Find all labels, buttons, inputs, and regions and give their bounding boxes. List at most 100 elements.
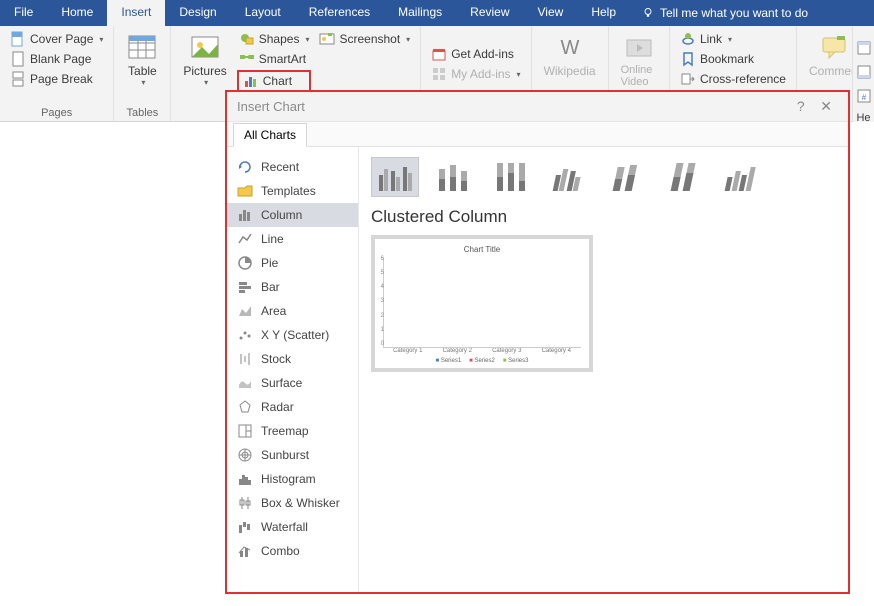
histogram-icon	[237, 471, 253, 487]
group-pages: Cover Page▾ Blank Page Page Break Pages	[0, 26, 114, 121]
cat-stock[interactable]: Stock	[227, 347, 358, 371]
subtype-3d-stacked-column[interactable]	[603, 157, 651, 197]
subtype-3d-clustered-column[interactable]	[545, 157, 593, 197]
blank-page-button[interactable]: Blank Page	[8, 50, 105, 68]
link-button[interactable]: Link▾	[678, 30, 788, 48]
bookmark-button[interactable]: Bookmark	[678, 50, 788, 68]
subtype-3d-100-stacked-column[interactable]	[661, 157, 709, 197]
get-addins-button[interactable]: Get Add-ins	[429, 45, 522, 63]
my-addins-button[interactable]: My Add-ins▾	[429, 65, 522, 83]
page-number-icon[interactable]: #	[856, 88, 872, 104]
footer-icon[interactable]	[856, 64, 872, 80]
screenshot-button[interactable]: Screenshot▾	[317, 30, 412, 48]
cat-radar[interactable]: Radar	[227, 395, 358, 419]
svg-text:W: W	[560, 37, 579, 59]
bars-container	[384, 258, 581, 347]
cat-treemap[interactable]: Treemap	[227, 419, 358, 443]
cat-scatter[interactable]: X Y (Scatter)	[227, 323, 358, 347]
pictures-icon	[189, 32, 221, 64]
dialog-titlebar: Insert Chart ? ✕	[227, 92, 848, 122]
cat-line-label: Line	[261, 232, 284, 246]
table-button[interactable]: Table▾	[122, 30, 162, 89]
cat-sunburst[interactable]: Sunburst	[227, 443, 358, 467]
subtype-stacked-column[interactable]	[429, 157, 477, 197]
pie-icon	[237, 255, 253, 271]
scatter-icon	[237, 327, 253, 343]
shapes-button[interactable]: Shapes▾	[237, 30, 312, 48]
cat-recent-label: Recent	[261, 160, 299, 174]
cross-reference-icon	[680, 71, 696, 87]
cat-histogram[interactable]: Histogram	[227, 467, 358, 491]
radar-icon	[237, 399, 253, 415]
recent-icon	[237, 159, 253, 175]
shapes-label: Shapes	[259, 32, 300, 46]
cat-recent[interactable]: Recent	[227, 155, 358, 179]
subtype-3d-column[interactable]	[719, 157, 767, 197]
cat-column[interactable]: Column	[227, 203, 358, 227]
bar-icon	[237, 279, 253, 295]
ribbon-overflow: # He	[852, 26, 874, 122]
help-button[interactable]: ?	[791, 96, 811, 116]
group-tables: Table▾ Tables	[114, 26, 171, 121]
group-tables-label: Tables	[122, 105, 162, 119]
stock-icon	[237, 351, 253, 367]
pictures-button[interactable]: Pictures▾	[179, 30, 230, 92]
tab-mailings[interactable]: Mailings	[384, 0, 456, 26]
tab-home[interactable]: Home	[47, 0, 107, 26]
cat-bar-label: Bar	[261, 280, 280, 294]
cat-bar[interactable]: Bar	[227, 275, 358, 299]
dialog-title: Insert Chart	[237, 99, 305, 114]
cat-combo[interactable]: Combo	[227, 539, 358, 563]
page-break-label: Page Break	[30, 72, 93, 86]
line-icon	[237, 231, 253, 247]
blank-page-label: Blank Page	[30, 52, 91, 66]
tell-me-search[interactable]: Tell me what you want to do	[630, 0, 820, 26]
wikipedia-button[interactable]: W Wikipedia	[540, 30, 600, 80]
cat-line[interactable]: Line	[227, 227, 358, 251]
video-label: Online Video	[621, 64, 657, 88]
chart-label: Chart	[263, 74, 292, 88]
header-partial-label: He	[856, 112, 870, 124]
cat-area[interactable]: Area	[227, 299, 358, 323]
close-button[interactable]: ✕	[814, 96, 838, 116]
column-icon	[237, 207, 253, 223]
smartart-button[interactable]: SmartArt	[237, 50, 312, 68]
preview-plot-area: 6543210	[383, 258, 581, 348]
my-addins-label: My Add-ins	[451, 67, 510, 81]
wikipedia-label: Wikipedia	[544, 64, 596, 78]
cat-stock-label: Stock	[261, 352, 291, 366]
header-icon[interactable]	[856, 40, 872, 56]
sunburst-icon	[237, 447, 253, 463]
tab-design[interactable]: Design	[165, 0, 230, 26]
templates-icon	[237, 183, 253, 199]
cat-pie[interactable]: Pie	[227, 251, 358, 275]
cat-area-label: Area	[261, 304, 286, 318]
cat-box-whisker[interactable]: Box & Whisker	[227, 491, 358, 515]
tab-help[interactable]: Help	[577, 0, 630, 26]
subtype-clustered-column[interactable]	[371, 157, 419, 197]
cover-page-button[interactable]: Cover Page▾	[8, 30, 105, 48]
cat-surface[interactable]: Surface	[227, 371, 358, 395]
store-icon	[431, 46, 447, 62]
cover-page-label: Cover Page	[30, 32, 93, 46]
cat-histogram-label: Histogram	[261, 472, 316, 486]
dialog-tabs: All Charts	[227, 122, 848, 147]
chart-preview[interactable]: Chart Title 6543210 Category 1Category 2…	[371, 235, 593, 372]
subtype-100-stacked-column[interactable]	[487, 157, 535, 197]
insert-chart-dialog: Insert Chart ? ✕ All Charts Recent Templ…	[225, 90, 850, 594]
online-video-button[interactable]: Online Video	[617, 30, 661, 90]
tab-review[interactable]: Review	[456, 0, 523, 26]
chart-button[interactable]: Chart	[237, 70, 312, 92]
tab-view[interactable]: View	[524, 0, 578, 26]
cross-reference-button[interactable]: Cross-reference	[678, 70, 788, 88]
tab-layout[interactable]: Layout	[231, 0, 295, 26]
page-break-button[interactable]: Page Break	[8, 70, 105, 88]
shapes-icon	[239, 31, 255, 47]
tab-all-charts[interactable]: All Charts	[233, 123, 307, 147]
combo-icon	[237, 543, 253, 559]
tab-file[interactable]: File	[0, 0, 47, 26]
tab-insert[interactable]: Insert	[107, 0, 165, 26]
cat-templates[interactable]: Templates	[227, 179, 358, 203]
cat-waterfall[interactable]: Waterfall	[227, 515, 358, 539]
tab-references[interactable]: References	[295, 0, 384, 26]
